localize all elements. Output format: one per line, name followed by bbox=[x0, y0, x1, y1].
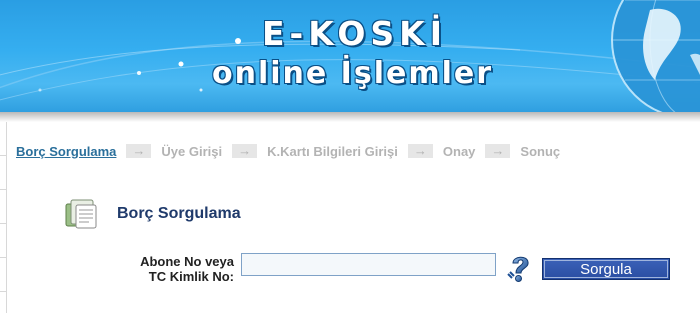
step-arrow-icon: → bbox=[407, 144, 433, 158]
label-line-2: TC Kimlik No: bbox=[148, 269, 234, 284]
abone-no-label: Abone No veya TC Kimlik No: bbox=[110, 254, 234, 284]
step-arrow-icon: → bbox=[485, 144, 511, 158]
banner-subtitle: online İşlemler bbox=[212, 56, 494, 91]
question-mark-icon[interactable] bbox=[504, 252, 536, 284]
banner-shadow bbox=[0, 112, 700, 122]
label-line-1: Abone No veya bbox=[140, 254, 234, 269]
section-title: Borç Sorgulama bbox=[117, 205, 241, 222]
step-arrow-icon: → bbox=[126, 144, 152, 158]
document-stack-icon bbox=[65, 199, 97, 229]
step-kart-bilgileri: K.Kartı Bilgileri Girişi bbox=[267, 143, 398, 159]
banner-title: E-KOSKİ bbox=[262, 14, 447, 53]
step-uye-girisi: Üye Girişi bbox=[161, 143, 223, 159]
step-arrow-icon: → bbox=[232, 144, 258, 158]
step-borc-sorgulama[interactable]: Borç Sorgulama bbox=[16, 144, 116, 159]
sorgula-button[interactable]: Sorgula bbox=[542, 258, 670, 280]
header-banner: E-KOSKİ online İşlemler bbox=[0, 0, 700, 112]
step-breadcrumb: Borç Sorgulama → Üye Girişi → K.Kartı Bi… bbox=[16, 143, 560, 159]
step-sonuc: Sonuç bbox=[520, 143, 561, 159]
abone-no-input[interactable] bbox=[241, 253, 496, 276]
left-border bbox=[0, 122, 7, 313]
step-onay: Onay bbox=[442, 143, 476, 159]
